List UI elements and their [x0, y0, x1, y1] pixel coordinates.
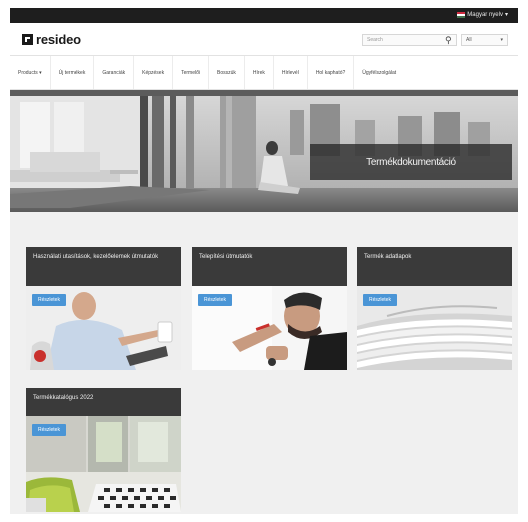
details-button[interactable]: Részletek	[198, 294, 232, 306]
search-scope-value: All	[466, 37, 472, 43]
card-image: Részletek	[26, 286, 181, 370]
search-input[interactable]: Search	[362, 34, 457, 46]
card-image: Részletek	[192, 286, 347, 370]
logo-text: resideo	[36, 32, 81, 47]
hero-banner: Termékdokumentáció	[10, 90, 518, 212]
card-title: Termékkatalógus 2022	[26, 388, 181, 416]
nav-item-warranties[interactable]: Garanciák	[94, 56, 135, 89]
language-selector[interactable]: Magyar nyelv ▾	[457, 11, 508, 18]
details-button[interactable]: Részletek	[363, 294, 397, 306]
card-product-catalog[interactable]: Termékkatalógus 2022 Részletek	[26, 388, 181, 512]
nav-item-products[interactable]: Products ▾	[10, 56, 51, 89]
card-product-datasheets[interactable]: Termék adatlapok Részletek	[357, 247, 512, 370]
nav-item-trainings[interactable]: Képzések	[134, 56, 174, 89]
language-label: Magyar nyelv	[467, 11, 503, 18]
nav-item-customer-service[interactable]: Ügyfélszolgálat	[354, 56, 404, 89]
nav-item-news[interactable]: Hírek	[245, 56, 274, 89]
main-nav: Products ▾ Új termékek Garanciák Képzése…	[10, 56, 518, 90]
details-button[interactable]: Részletek	[32, 294, 66, 306]
page: Magyar nyelv ▾ resideo Search ⚲ All ▾ Pr…	[10, 8, 518, 514]
nav-item-5[interactable]: Bosszúk	[209, 56, 245, 89]
card-user-manuals[interactable]: Használati utasítások, kezelőelemek útmu…	[26, 247, 181, 370]
nav-item-where-to-buy[interactable]: Hol kapható?	[308, 56, 355, 89]
site-header: resideo Search ⚲ All ▾	[10, 23, 518, 56]
chevron-down-icon: ▾	[39, 69, 42, 76]
card-title: Termék adatlapok	[357, 247, 512, 286]
card-image: Részletek	[357, 286, 512, 370]
search-icon[interactable]: ⚲	[445, 34, 452, 46]
logo-mark-icon	[22, 34, 33, 45]
hungarian-flag-icon	[457, 11, 466, 18]
nav-item-producers[interactable]: Termelői	[173, 56, 209, 89]
search-scope-select[interactable]: All ▾	[461, 34, 508, 46]
card-title: Használati utasítások, kezelőelemek útmu…	[26, 247, 181, 286]
hero-title: Termékdokumentáció	[310, 144, 512, 180]
nav-item-new-products[interactable]: Új termékek	[51, 56, 95, 89]
details-button[interactable]: Részletek	[32, 424, 66, 436]
top-bar: Magyar nyelv ▾	[10, 8, 518, 23]
chevron-down-icon: ▾	[500, 37, 503, 43]
card-installation-guides[interactable]: Telepítési útmutatók Részletek	[192, 247, 347, 370]
card-image: Részletek	[26, 416, 181, 512]
nav-item-newsletter[interactable]: Hírlevél	[274, 56, 308, 89]
resideo-logo[interactable]: resideo	[22, 32, 81, 47]
card-title: Telepítési útmutatók	[192, 247, 347, 286]
chevron-down-icon: ▾	[504, 12, 508, 18]
